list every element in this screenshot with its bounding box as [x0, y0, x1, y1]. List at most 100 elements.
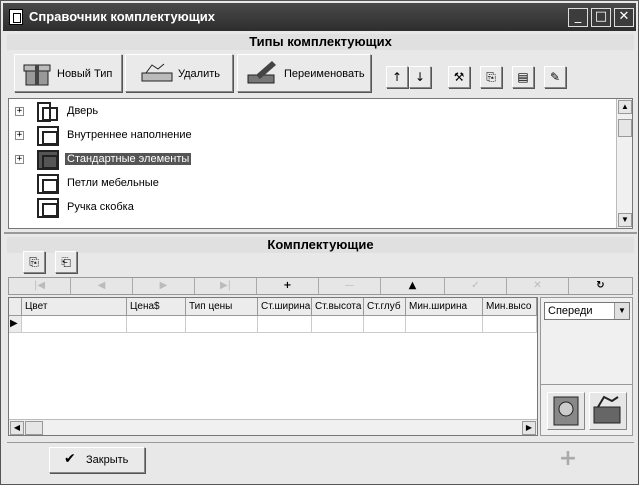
box-icon [37, 150, 59, 170]
table-cell[interactable] [22, 316, 127, 333]
column-header[interactable]: Мин.ширина [406, 298, 483, 316]
delete-record-button[interactable]: — [319, 278, 381, 294]
toolbox-icon [593, 395, 621, 424]
move-up-button[interactable]: ↑ [386, 66, 408, 88]
delete-label: Удалить [178, 68, 220, 80]
rename-button[interactable]: Переименовать [237, 54, 371, 92]
last-record-button[interactable]: ▶| [195, 278, 257, 294]
delete-button[interactable]: Удалить [125, 54, 233, 92]
column-header[interactable]: Ст.ширина [258, 298, 312, 316]
tree-item[interactable]: + Стандартные элементы [9, 148, 609, 172]
copy-button[interactable]: ⎘ [480, 66, 502, 88]
close-button[interactable]: ✔ Закрыть [49, 447, 145, 473]
title-bar[interactable]: Справочник комплектующих _ □ ✕ [3, 3, 636, 31]
edit-button[interactable]: ✎ [544, 66, 566, 88]
image-icon [553, 396, 579, 426]
column-header[interactable]: Мин.высо [483, 298, 537, 316]
tree-scrollbar[interactable]: ▲ ▼ [616, 99, 632, 228]
cabinet-icon [37, 198, 59, 218]
copy-icon: ⎘ [29, 255, 39, 269]
current-row-indicator: ▶ [9, 316, 22, 333]
scroll-thumb[interactable] [25, 421, 43, 435]
insert-record-button[interactable]: + [257, 278, 319, 294]
table-cell[interactable] [483, 316, 537, 333]
image-button[interactable] [547, 392, 585, 430]
paste-button[interactable]: ▤ [512, 66, 534, 88]
column-header[interactable]: Тип цены [186, 298, 258, 316]
prior-record-button[interactable]: ◀ [71, 278, 133, 294]
close-window-button[interactable]: ✕ [614, 8, 634, 27]
tree-item[interactable]: + Внутреннее наполнение [9, 124, 609, 148]
expand-icon[interactable]: + [15, 131, 24, 140]
record-navigator: |◀ ◀ ▶ ▶| + — ▲ ✓ ✕ ↻ [8, 277, 633, 295]
first-record-button[interactable]: |◀ [9, 278, 71, 294]
tree-item[interactable]: + Дверь [9, 100, 609, 124]
chevron-down-icon[interactable]: ▼ [614, 303, 629, 319]
column-header[interactable]: Ст.высота [312, 298, 364, 316]
divider [541, 384, 632, 385]
next-record-button[interactable]: ▶ [133, 278, 195, 294]
components-section-title: Комплектующие [7, 237, 634, 253]
checkmark-icon: ✔ [64, 451, 76, 467]
tree-item[interactable]: Ручка скобка [9, 196, 609, 220]
tree-item[interactable]: Петли мебельные [9, 172, 609, 196]
tree-item-label: Ручка скобка [67, 201, 134, 213]
scroll-left-icon[interactable]: ◀ [10, 421, 24, 435]
column-header[interactable]: Цвет [22, 298, 127, 316]
types-section-title: Типы комплектующих [7, 34, 634, 50]
paste-component-button[interactable]: ⎗ [55, 251, 77, 273]
tree-item-label: Дверь [67, 105, 99, 117]
table-cell[interactable] [364, 316, 406, 333]
brush-icon: ✎ [549, 70, 561, 84]
window: Справочник комплектующих _ □ ✕ Типы комп… [0, 0, 639, 485]
paste-icon: ▤ [517, 70, 529, 84]
move-down-button[interactable]: ↓ [409, 66, 431, 88]
scroll-right-icon[interactable]: ▶ [522, 421, 536, 435]
table-cell[interactable] [127, 316, 186, 333]
delete-icon [141, 63, 173, 82]
tools-button[interactable]: ⚒ [448, 66, 470, 88]
app-icon [9, 9, 23, 25]
table-cell[interactable] [312, 316, 364, 333]
splitter[interactable] [4, 232, 637, 234]
table-cell[interactable] [406, 316, 483, 333]
new-type-button[interactable]: Новый Тип [14, 54, 122, 92]
add-icon[interactable]: + [557, 448, 579, 471]
tree-item-label: Стандартные элементы [65, 153, 192, 165]
close-label: Закрыть [86, 454, 129, 466]
tools-icon: ⚒ [453, 70, 465, 84]
copy-icon: ⎘ [486, 70, 496, 84]
cancel-record-button[interactable]: ✕ [507, 278, 569, 294]
view-select[interactable]: Спереди ▼ [544, 302, 630, 320]
rename-icon [247, 61, 276, 84]
expand-icon[interactable]: + [15, 155, 24, 164]
paste-icon: ⎗ [61, 255, 71, 269]
cabinet-icon [37, 126, 59, 146]
view-select-value: Спереди [548, 305, 593, 317]
tree-item-label: Петли мебельные [67, 177, 159, 189]
scroll-thumb[interactable] [618, 119, 632, 137]
window-title: Справочник комплектующих [29, 9, 215, 24]
tree-item-label: Внутреннее наполнение [67, 129, 192, 141]
copy-component-button[interactable]: ⎘ [23, 251, 45, 273]
tools-settings-button[interactable] [589, 392, 627, 430]
types-tree[interactable]: + Дверь + Внутреннее наполнение + Станда… [8, 98, 633, 229]
preview-panel: Спереди ▼ [540, 297, 633, 436]
cabinet-icon [37, 174, 59, 194]
gift-icon [23, 64, 51, 86]
table-cell[interactable] [258, 316, 312, 333]
refresh-button[interactable]: ↻ [569, 278, 632, 294]
column-header[interactable]: Ст.глуб [364, 298, 406, 316]
rename-label: Переименовать [284, 68, 365, 80]
scroll-down-icon[interactable]: ▼ [618, 213, 632, 227]
components-grid[interactable]: Цвет Цена$ Тип цены Ст.ширина Ст.высота … [8, 297, 538, 436]
edit-record-button[interactable]: ▲ [381, 278, 445, 294]
minimize-button[interactable]: _ [568, 8, 588, 27]
post-record-button[interactable]: ✓ [445, 278, 507, 294]
scroll-up-icon[interactable]: ▲ [618, 100, 632, 114]
maximize-button[interactable]: □ [591, 8, 611, 27]
grid-horizontal-scrollbar[interactable]: ◀ ▶ [9, 419, 537, 435]
table-cell[interactable] [186, 316, 258, 333]
column-header[interactable]: Цена$ [127, 298, 186, 316]
expand-icon[interactable]: + [15, 107, 24, 116]
